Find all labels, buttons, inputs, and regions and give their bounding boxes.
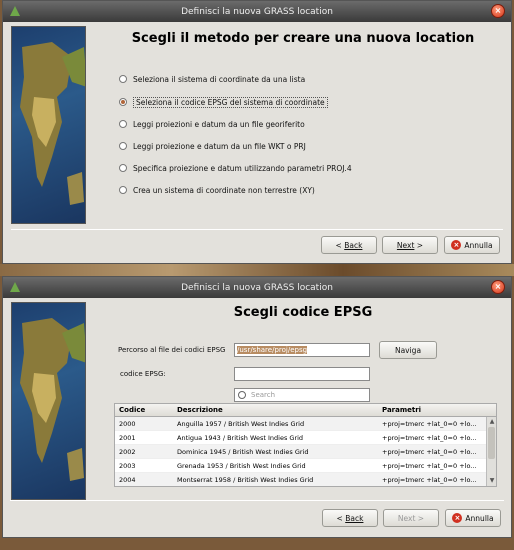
option-proj4-params[interactable]: Specifica proiezione e datum utilizzando… [119, 162, 352, 174]
option-label: Seleziona il codice EPSG del sistema di … [133, 96, 328, 108]
cell-description: Anguilla 1957 / British West Indies Grid [177, 419, 305, 428]
column-header-description[interactable]: Descrizione [173, 406, 378, 414]
back-label: Back [344, 240, 363, 250]
option-georef-file[interactable]: Leggi proiezioni e datum da un file geor… [119, 118, 305, 130]
epsg-path-input[interactable]: /usr/share/proj/epsg [234, 343, 370, 357]
table-row[interactable]: 2002 Dominica 1945 / British West Indies … [115, 445, 496, 459]
table-row[interactable]: 2001 Antigua 1943 / British West Indies G… [115, 431, 496, 445]
cell-code: 2004 [119, 475, 136, 484]
back-label: Back [345, 513, 364, 523]
cell-code: 2003 [119, 461, 136, 470]
close-window-icon[interactable]: × [491, 4, 505, 18]
cancel-icon: × [451, 240, 462, 250]
table-row[interactable]: 2004 Montserrat 1958 / British West Indie… [115, 473, 496, 486]
cell-code: 2000 [119, 419, 136, 428]
epsg-path-value: /usr/share/proj/epsg [237, 346, 308, 354]
cell-parameters: +proj=tmerc +lat_0=0 +lo... [382, 475, 477, 484]
cell-code: 2002 [119, 447, 136, 456]
option-label: Crea un sistema di coordinate non terres… [133, 185, 315, 195]
radio-button[interactable] [119, 120, 127, 128]
cancel-label: Annulla [464, 240, 493, 250]
back-button[interactable]: < Back [322, 509, 378, 527]
option-label: Leggi proiezioni e datum da un file geor… [133, 119, 305, 129]
page-title: Scegli il metodo per creare una nuova lo… [131, 31, 475, 46]
separator [10, 500, 504, 501]
search-input[interactable]: Search [234, 388, 370, 402]
column-header-parameters[interactable]: Parametri [378, 406, 486, 414]
column-header-code[interactable]: Codice [115, 406, 173, 414]
scroll-thumb[interactable] [488, 427, 495, 459]
option-label: Specifica proiezione e datum utilizzando… [133, 163, 352, 173]
window-title: Definisci la nuova GRASS location [181, 282, 333, 293]
option-epsg-list[interactable]: Seleziona il sistema di coordinate da un… [119, 73, 305, 85]
next-button[interactable]: Next > [382, 236, 438, 254]
globe-map-image [11, 302, 86, 500]
location-wizard-window-method: Definisci la nuova GRASS location × Sceg… [2, 0, 512, 264]
radio-button[interactable] [119, 164, 127, 172]
separator [11, 229, 503, 230]
scroll-up-arrow-icon[interactable]: ▲ [487, 417, 496, 427]
browse-label: Naviga [394, 345, 422, 355]
grass-app-icon [10, 6, 20, 16]
option-label: Leggi proiezione e datum da un file WKT … [133, 141, 306, 151]
radio-button[interactable] [119, 142, 127, 150]
cell-parameters: +proj=tmerc +lat_0=0 +lo... [382, 447, 477, 456]
cancel-button[interactable]: × Annulla [445, 509, 501, 527]
titlebar[interactable]: Definisci la nuova GRASS location × [3, 277, 511, 298]
radio-button[interactable] [119, 186, 127, 194]
radio-button[interactable] [119, 75, 127, 83]
close-window-icon[interactable]: × [491, 280, 505, 294]
cell-description: Dominica 1945 / British West Indies Grid [177, 447, 309, 456]
search-placeholder: Search [251, 391, 276, 399]
cancel-button[interactable]: × Annulla [444, 236, 500, 254]
option-xy-system[interactable]: Crea un sistema di coordinate non terres… [119, 184, 315, 196]
browse-button[interactable]: Naviga [379, 341, 437, 359]
epsg-path-label: Percorso al file dei codici EPSG [118, 346, 226, 354]
option-wkt-prj-file[interactable]: Leggi proiezione e datum da un file WKT … [119, 140, 306, 152]
cell-parameters: +proj=tmerc +lat_0=0 +lo... [382, 419, 477, 428]
desktop-background [0, 264, 514, 276]
cell-parameters: +proj=tmerc +lat_0=0 +lo... [382, 433, 477, 442]
epsg-codes-table[interactable]: Codice Descrizione Parametri 2000 Anguill… [114, 403, 497, 487]
cell-parameters: +proj=tmerc +lat_0=0 +lo... [382, 461, 477, 470]
table-header: Codice Descrizione Parametri [115, 404, 496, 417]
back-button[interactable]: < Back [321, 236, 377, 254]
radio-button-checked[interactable] [119, 98, 127, 106]
next-label: Next [396, 240, 415, 250]
table-body: 2000 Anguilla 1957 / British West Indies … [115, 417, 496, 486]
table-row[interactable]: 2003 Grenada 1953 / British West Indies G… [115, 459, 496, 473]
table-row[interactable]: 2000 Anguilla 1957 / British West Indies … [115, 417, 496, 431]
option-label: Seleziona il sistema di coordinate da un… [133, 74, 306, 84]
globe-map-image [11, 26, 86, 224]
cancel-icon: × [452, 513, 463, 523]
epsg-code-input[interactable] [234, 367, 370, 381]
cell-description: Antigua 1943 / British West Indies Grid [177, 433, 304, 442]
window-title: Definisci la nuova GRASS location [181, 6, 333, 17]
grass-app-icon [10, 282, 20, 292]
vertical-scrollbar[interactable]: ▲ ▼ [486, 417, 496, 486]
titlebar[interactable]: Definisci la nuova GRASS location × [3, 1, 511, 22]
epsg-code-label: codice EPSG: [120, 370, 166, 378]
cell-description: Montserrat 1958 / British West Indies Gr… [177, 475, 314, 484]
cell-description: Grenada 1953 / British West Indies Grid [177, 461, 306, 470]
scroll-down-arrow-icon[interactable]: ▼ [487, 476, 496, 486]
next-label: Next > [397, 513, 425, 523]
option-epsg-code[interactable]: Seleziona il codice EPSG del sistema di … [119, 96, 328, 108]
next-button-disabled[interactable]: Next > [383, 509, 439, 527]
cell-code: 2001 [119, 433, 136, 442]
page-title: Scegli codice EPSG [233, 305, 373, 320]
cancel-label: Annulla [465, 513, 494, 523]
search-icon [238, 391, 246, 399]
